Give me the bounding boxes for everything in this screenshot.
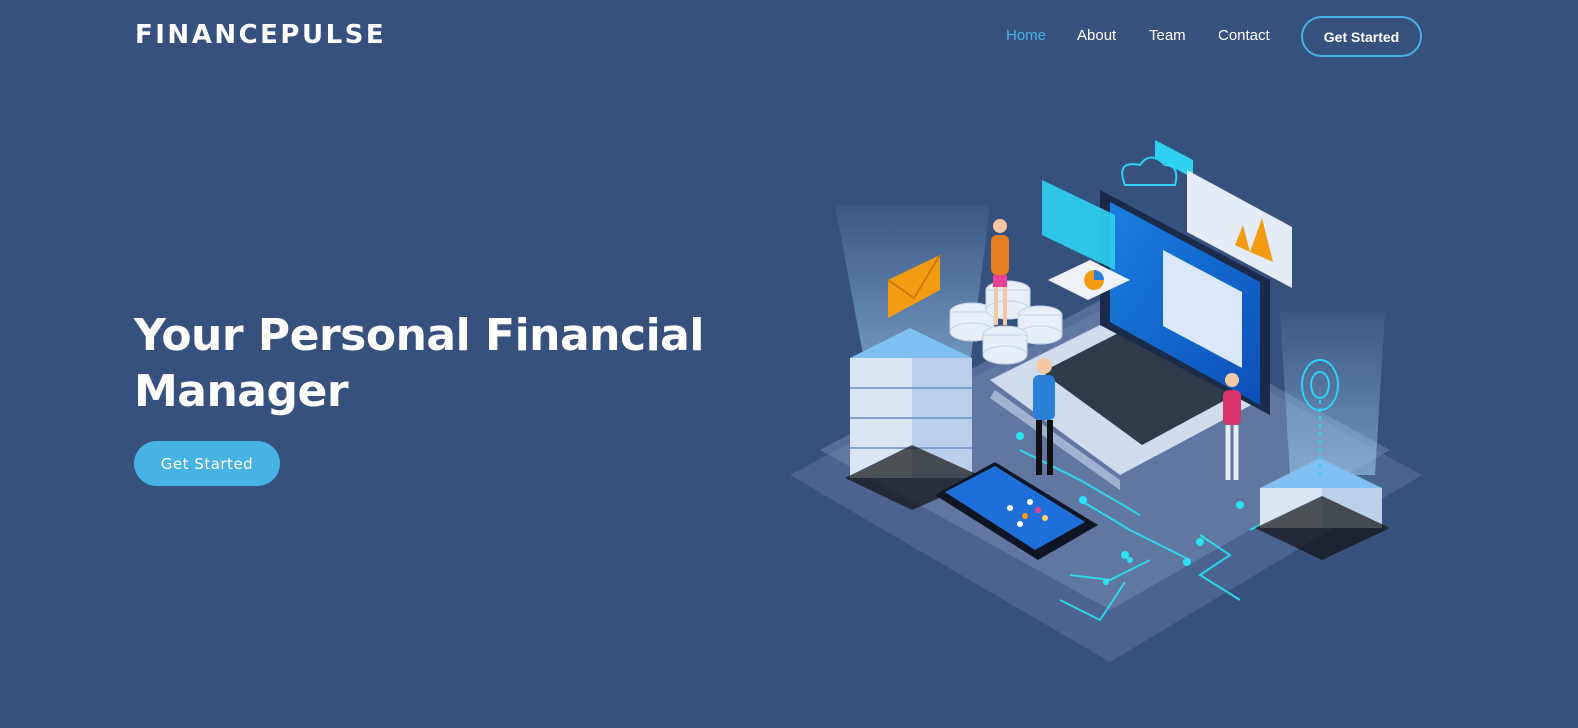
right-light-beam — [1280, 312, 1385, 475]
brand-logo[interactable]: FINANCEPULSE — [135, 18, 386, 52]
hero-title: Your Personal Financial Manager — [134, 308, 734, 420]
nav-item-about[interactable]: About — [1077, 24, 1116, 48]
nav-item-team[interactable]: Team — [1149, 24, 1186, 48]
finance-technology-illustration — [790, 140, 1422, 662]
nav-item-contact[interactable]: Contact — [1218, 24, 1270, 48]
hero-title-line1: Your Personal Financial — [134, 310, 704, 361]
header-get-started-button[interactable]: Get Started — [1301, 16, 1422, 57]
nav-item-home[interactable]: Home — [1006, 24, 1046, 48]
hero-get-started-button[interactable]: Get Started — [134, 441, 280, 486]
site-header: FINANCEPULSE Home About Team Contact Get… — [0, 0, 1578, 72]
hero-title-line2: Manager — [134, 366, 349, 417]
